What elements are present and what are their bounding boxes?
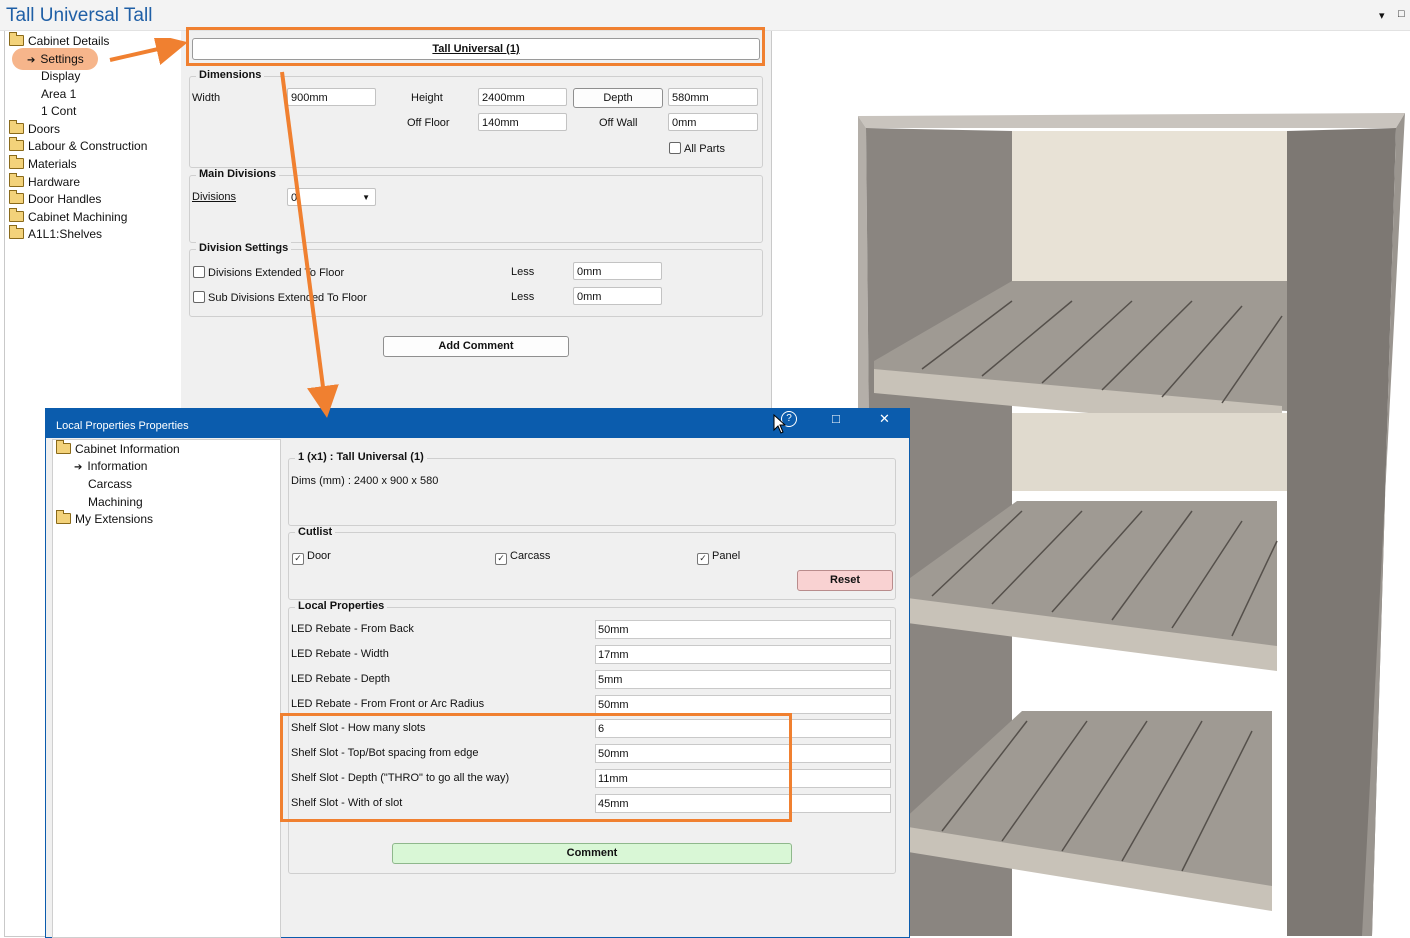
dialog-tree-machining[interactable]: Machining — [88, 494, 143, 511]
folder-icon — [9, 155, 24, 169]
cabinet-header-group — [288, 458, 896, 526]
folder-icon — [56, 440, 71, 454]
cabinet-inner-right — [1287, 128, 1396, 936]
tree-item-area-1[interactable]: Area 1 — [41, 86, 76, 103]
check-icon: ✓ — [697, 553, 709, 565]
tree-item-1-cont[interactable]: 1 Cont — [41, 103, 76, 120]
mouse-cursor-icon — [773, 414, 787, 434]
less-input-2[interactable]: 0mm — [573, 287, 662, 305]
annotation-box-shelf-slot — [280, 713, 792, 822]
dialog-tree-my-extensions[interactable]: My Extensions — [56, 510, 153, 528]
tree-item-a1l1-shelves[interactable]: A1L1:Shelves — [9, 225, 102, 243]
folder-icon — [9, 225, 24, 239]
dialog-tree-carcass[interactable]: Carcass — [88, 476, 132, 493]
prop-label-led-rebate-from-back: LED Rebate - From Back — [291, 623, 414, 635]
dialog-title: Local Properties Properties — [56, 420, 189, 432]
folder-icon — [9, 173, 24, 187]
off-floor-label: Off Floor — [407, 117, 450, 129]
annotation-arrows — [109, 38, 339, 418]
tree-item-doors[interactable]: Doors — [9, 120, 60, 138]
window-title: Tall Universal Tall — [6, 5, 153, 26]
depth-input[interactable]: 580mm — [668, 88, 758, 106]
check-icon: ✓ — [495, 553, 507, 565]
close-icon[interactable]: ✕ — [879, 411, 890, 427]
prop-input-led-rebate-front[interactable]: 50mm — [595, 695, 891, 714]
less-input-1[interactable]: 0mm — [573, 262, 662, 280]
height-input[interactable]: 2400mm — [478, 88, 567, 106]
cabinet-dims: Dims (mm) : 2400 x 900 x 580 — [291, 475, 439, 487]
folder-icon — [9, 208, 24, 222]
dropdown-arrow-icon: ▼ — [362, 193, 370, 202]
folder-icon — [56, 510, 71, 524]
dialog-tree-cabinet-information[interactable]: Cabinet Information — [56, 440, 180, 458]
cutlist-title: Cutlist — [295, 526, 336, 538]
dialog-tree-information[interactable]: ➔ Information — [74, 458, 147, 475]
reset-button[interactable]: Reset — [797, 570, 893, 591]
tree-item-materials[interactable]: Materials — [9, 155, 77, 173]
carcass-checkbox[interactable]: ✓ Carcass — [495, 550, 550, 565]
tree-item-display[interactable]: Display — [41, 68, 80, 85]
off-wall-label: Off Wall — [599, 117, 638, 129]
folder-icon — [9, 120, 24, 134]
prop-input-led-rebate-from-back[interactable]: 50mm — [595, 620, 891, 639]
tree-item-settings[interactable]: ➔ Settings — [27, 51, 84, 68]
maximize-icon[interactable]: □ — [832, 411, 840, 426]
prop-input-led-rebate-depth[interactable]: 5mm — [595, 670, 891, 689]
prop-label-led-rebate-depth: LED Rebate - Depth — [291, 673, 391, 685]
panel-checkbox[interactable]: ✓ Panel — [697, 550, 740, 565]
cabinet-back-middle — [1012, 413, 1287, 491]
door-checkbox[interactable]: ✓ Door — [292, 550, 331, 565]
prop-label-led-rebate-front: LED Rebate - From Front or Arc Radius — [291, 698, 485, 710]
local-properties-title: Local Properties — [295, 600, 388, 612]
arrow-right-icon: ➔ — [74, 462, 83, 473]
arrow-to-cabinet-button — [109, 38, 188, 65]
arrow-to-dialog — [280, 71, 339, 418]
less-label-2: Less — [511, 291, 535, 303]
off-floor-input[interactable]: 140mm — [478, 113, 567, 131]
check-icon: ✓ — [292, 553, 304, 565]
all-parts-checkbox[interactable]: All Parts — [669, 142, 725, 155]
folder-icon — [9, 190, 24, 204]
folder-icon — [9, 137, 24, 151]
maximize-icon[interactable]: □ — [1398, 8, 1405, 20]
folder-icon — [9, 32, 24, 46]
arrow-right-icon: ➔ — [27, 55, 36, 66]
chevron-down-icon[interactable]: ▾ — [1379, 9, 1385, 22]
cabinet-top-edge — [858, 113, 1405, 128]
less-label-1: Less — [511, 266, 535, 278]
tree-item-hardware[interactable]: Hardware — [9, 173, 80, 191]
checkbox-icon — [669, 142, 681, 154]
tree-item-cabinet-details[interactable]: Cabinet Details — [9, 32, 109, 50]
add-comment-button[interactable]: Add Comment — [383, 336, 569, 357]
off-wall-input[interactable]: 0mm — [668, 113, 758, 131]
cabinet-header-title: 1 (x1) : Tall Universal (1) — [295, 451, 427, 463]
height-label: Height — [411, 92, 443, 104]
comment-button[interactable]: Comment — [392, 843, 792, 864]
prop-input-led-rebate-width[interactable]: 17mm — [595, 645, 891, 664]
tree-item-door-handles[interactable]: Door Handles — [9, 190, 101, 208]
prop-label-led-rebate-width: LED Rebate - Width — [291, 648, 389, 660]
depth-button[interactable]: Depth — [573, 88, 663, 108]
